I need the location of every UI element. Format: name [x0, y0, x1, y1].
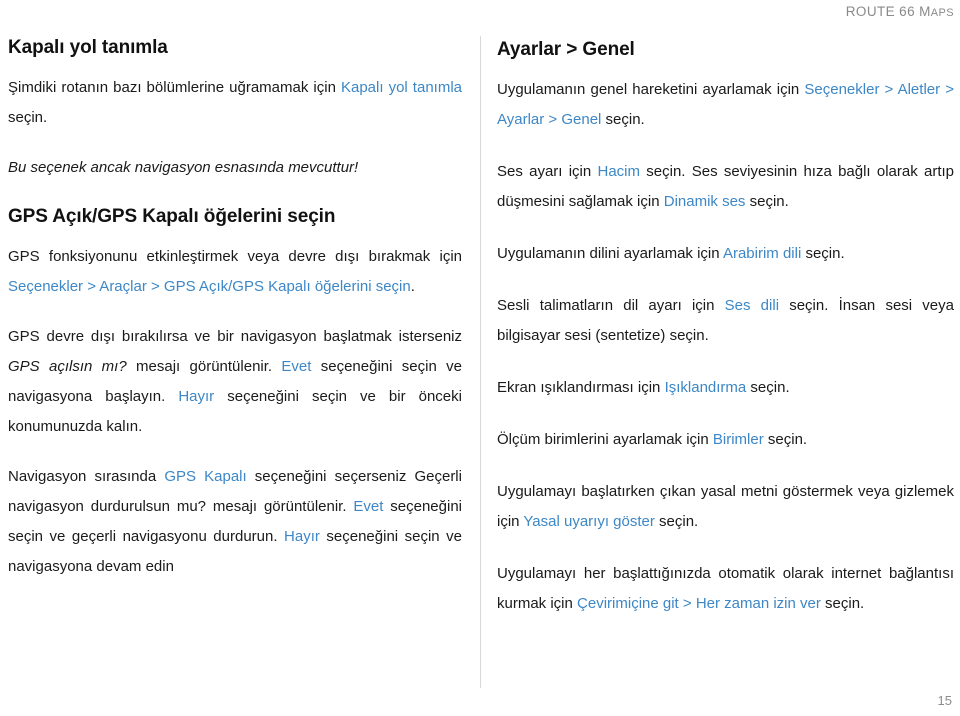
- ui-link-yasal-uyariyi-goster[interactable]: Yasal uyarıyı göster: [523, 513, 654, 530]
- paragraph-voice-language: Sesli talimatların dil ayarı için Ses di…: [497, 291, 954, 351]
- ui-path-link-gps-acik-kapali[interactable]: Seçenekler > Araçlar > GPS Açık/GPS Kapa…: [8, 278, 411, 295]
- text-run: seçin.: [654, 512, 699, 530]
- paragraph-units: Ölçüm birimlerini ayarlamak için Birimle…: [497, 425, 954, 455]
- text-run: seçin.: [745, 192, 789, 210]
- text-run: seçin.: [820, 594, 865, 612]
- text-run: Uygulamanın dilini ayarlamak için: [497, 244, 723, 262]
- text-run: Sesli talimatların dil ayarı için: [497, 296, 725, 314]
- button-link-evet-1[interactable]: Evet: [281, 358, 311, 375]
- button-link-hayir-1[interactable]: Hayır: [178, 388, 214, 405]
- paragraph-gps-kapali-during-navigation: Navigasyon sırasında GPS Kapalı seçeneği…: [8, 462, 462, 582]
- text-run: .: [410, 277, 415, 295]
- button-link-hayir-2[interactable]: Hayır: [284, 528, 320, 545]
- two-column-body: Kapalı yol tanımla Şimdiki rotanın bazı …: [0, 36, 960, 688]
- text-run: Ses ayarı için: [497, 162, 598, 180]
- text-run: seçin.: [763, 430, 808, 448]
- ui-link-hacim[interactable]: Hacim: [598, 163, 641, 180]
- ui-link-gps-kapali[interactable]: GPS Kapalı: [164, 468, 246, 485]
- text-run: Uygulamanın genel hareketini ayarlamak i…: [497, 80, 805, 98]
- text-run: GPS devre dışı bırakılırsa ve bir naviga…: [8, 327, 462, 345]
- section-heading-ayarlar-genel: Ayarlar > Genel: [497, 39, 635, 60]
- ui-link-isiklandirma[interactable]: Işıklandırma: [665, 379, 747, 396]
- text-run: Şimdiki rotanın bazı bölümlerine uğramam…: [8, 78, 341, 96]
- paragraph-gps-enable-path: GPS fonksiyonunu etkinleştirmek veya dev…: [8, 242, 462, 302]
- brand-name-main: ROUTE 66 M: [845, 4, 931, 19]
- paragraph-kapali-yol-intro: Şimdiki rotanın bazı bölümlerine uğramam…: [8, 73, 462, 133]
- brand-name-smallcaps: APS: [930, 7, 954, 19]
- note-navigation-only: Bu seçenek ancak navigasyon esnasında me…: [8, 158, 359, 176]
- ui-path-link-kapali-yol-tanimla[interactable]: Kapalı yol tanımla: [341, 79, 462, 96]
- text-run: seçin.: [8, 108, 48, 126]
- left-column: Kapalı yol tanımla Şimdiki rotanın bazı …: [0, 36, 480, 688]
- text-run: mesajı görüntülenir.: [126, 357, 282, 375]
- ui-link-dinamik-ses[interactable]: Dinamik ses: [664, 193, 746, 210]
- ui-link-ses-dili[interactable]: Ses dili: [725, 297, 779, 314]
- text-run: seçin.: [601, 110, 645, 128]
- text-run: Ekran ışıklandırması için: [497, 378, 665, 396]
- right-column: Ayarlar > Genel Uygulamanın genel hareke…: [480, 36, 960, 688]
- ui-link-birimler[interactable]: Birimler: [713, 431, 764, 448]
- running-header: ROUTE 66 MAPS: [846, 4, 954, 19]
- section-heading-kapali-yol-tanimla: Kapalı yol tanımla: [8, 37, 168, 58]
- ui-link-arabirim-dili[interactable]: Arabirim dili: [723, 245, 801, 262]
- text-run: seçin.: [746, 378, 790, 396]
- text-run: Navigasyon sırasında: [8, 467, 165, 485]
- paragraph-volume-dynamic-sound: Ses ayarı için Hacim seçin. Ses seviyesi…: [497, 157, 954, 217]
- ui-path-link-cevirimicine-git-her-zaman-izin-ver[interactable]: Çevirimiçine git > Her zaman izin ver: [577, 595, 821, 612]
- paragraph-auto-internet-connection: Uygulamayı her başlattığınızda otomatik …: [497, 559, 954, 619]
- text-run: GPS fonksiyonunu etkinleştirmek veya dev…: [8, 247, 462, 265]
- document-page: ROUTE 66 MAPS Kapalı yol tanımla Şimdiki…: [0, 0, 960, 716]
- paragraph-legal-notice: Uygulamayı başlatırken çıkan yasal metni…: [497, 477, 954, 537]
- paragraph-interface-language: Uygulamanın dilini ayarlamak için Arabir…: [497, 239, 954, 269]
- paragraph-gps-prompt-start: GPS devre dışı bırakılırsa ve bir naviga…: [8, 322, 462, 442]
- text-run: seçin.: [801, 244, 845, 262]
- button-link-evet-2[interactable]: Evet: [353, 498, 383, 515]
- text-run: Ölçüm birimlerini ayarlamak için: [497, 430, 713, 448]
- dialog-message-gps-acilsin-mi: GPS açılsın mı?: [8, 357, 127, 375]
- paragraph-general-settings-path: Uygulamanın genel hareketini ayarlamak i…: [497, 75, 954, 135]
- section-heading-gps-acik-kapali: GPS Açık/GPS Kapalı öğelerini seçin: [8, 205, 336, 227]
- paragraph-backlight: Ekran ışıklandırması için Işıklandırma s…: [497, 373, 954, 403]
- page-number: 15: [937, 693, 952, 708]
